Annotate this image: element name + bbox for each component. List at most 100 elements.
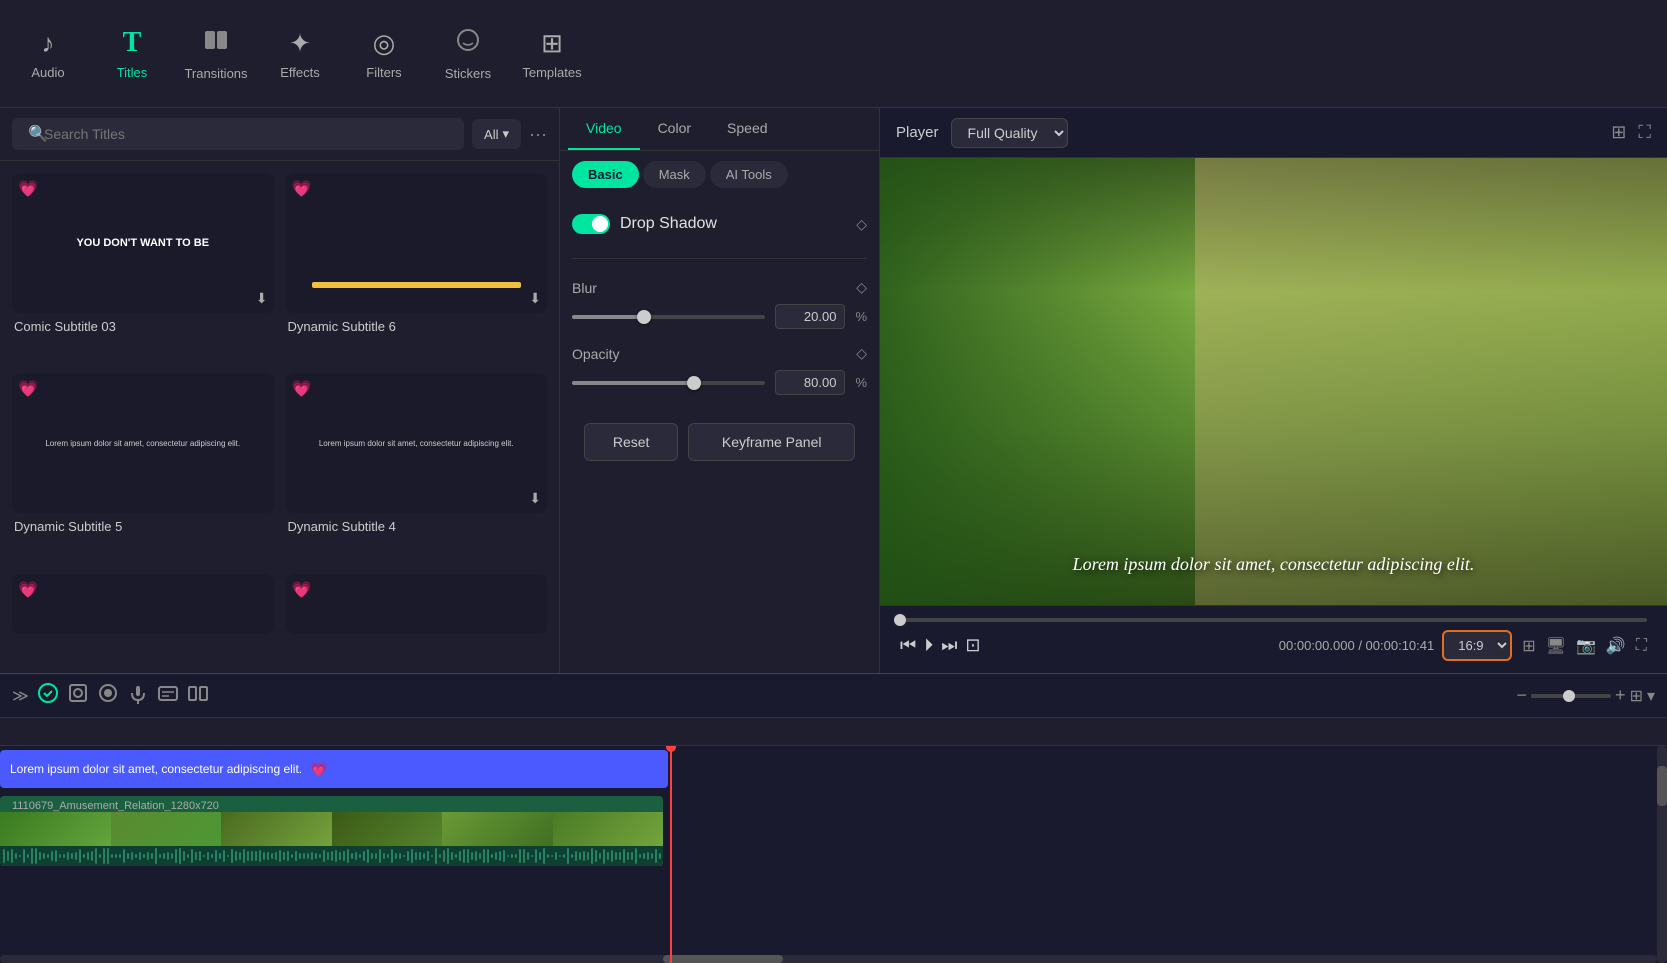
opacity-slider-thumb[interactable]: [687, 376, 701, 390]
subtitle-track[interactable]: Lorem ipsum dolor sit amet, consectetur …: [0, 750, 668, 788]
sub-tab-row: Basic Mask AI Tools: [560, 151, 879, 198]
blur-slider-fill: [572, 315, 644, 319]
preview-subtitle-text: Lorem ipsum dolor sit amet, consectetur …: [880, 554, 1667, 575]
blur-unit: %: [855, 309, 867, 324]
toolbar-audio-label: Audio: [31, 65, 64, 80]
expand-icon[interactable]: ⛶: [1636, 637, 1647, 655]
blur-diamond-icon: ◇: [856, 279, 867, 296]
list-item[interactable]: 💗 YOU DON'T WANT TO BE ⬇ Comic Subtitle …: [12, 173, 274, 361]
badge-icon: 💗: [292, 580, 312, 600]
thumb-label: Dynamic Subtitle 5: [12, 519, 274, 534]
zoom-track[interactable]: [1531, 694, 1611, 698]
scroll-thumb[interactable]: [1657, 766, 1667, 806]
video-track-row: 1110679_Amusement_Relation_1280x720 // W…: [0, 796, 1667, 876]
player-label: Player: [896, 124, 939, 141]
player-header: Player Full Quality ⊞ ⛶: [880, 108, 1667, 158]
blur-slider[interactable]: [572, 315, 765, 319]
toolbar-audio[interactable]: ♪ Audio: [8, 9, 88, 99]
step-back-button[interactable]: ⏮: [900, 635, 916, 656]
sub-tab-ai-tools[interactable]: AI Tools: [710, 161, 788, 188]
list-item[interactable]: 💗 ⬇ Dynamic Subtitle 6: [286, 173, 548, 361]
list-item[interactable]: 💗 Lorem ipsum dolor sit amet, consectetu…: [286, 373, 548, 561]
search-wrapper: 🔍: [12, 118, 464, 150]
zoom-thumb[interactable]: [1563, 690, 1575, 702]
blur-label: Blur ◇: [572, 279, 867, 296]
list-item[interactable]: 💗: [286, 574, 548, 661]
player-panel: Player Full Quality ⊞ ⛶ Lorem ipsum dolo…: [880, 108, 1667, 673]
thumb-label: Dynamic Subtitle 4: [286, 519, 548, 534]
tab-video[interactable]: Video: [568, 108, 640, 150]
toolbar-transitions[interactable]: Transitions: [176, 9, 256, 99]
horizontal-scrollbar[interactable]: [0, 955, 1657, 963]
blur-slider-thumb[interactable]: [637, 310, 651, 324]
loop-button[interactable]: ⊡: [965, 635, 980, 656]
opacity-value[interactable]: 80.00: [775, 370, 845, 395]
quality-select[interactable]: Full Quality: [951, 118, 1068, 148]
grid-button[interactable]: ⊞: [1630, 686, 1643, 706]
divider: [572, 258, 867, 259]
opacity-label: Opacity ◇: [572, 345, 867, 362]
progress-thumb[interactable]: [894, 614, 906, 626]
aspect-ratio-select[interactable]: 16:9: [1442, 630, 1512, 661]
blur-value[interactable]: 20.00: [775, 304, 845, 329]
download-icon[interactable]: ⬇: [256, 290, 268, 307]
reset-button[interactable]: Reset: [584, 423, 678, 461]
keyframe-panel-button[interactable]: Keyframe Panel: [688, 423, 855, 461]
titles-icon: T: [123, 27, 142, 59]
playhead[interactable]: [670, 746, 672, 963]
video-track[interactable]: 1110679_Amusement_Relation_1280x720 // W…: [0, 796, 663, 866]
auto-reframe-button[interactable]: [67, 682, 89, 709]
more-timeline-button[interactable]: ▾: [1647, 686, 1655, 706]
toolbar-stickers[interactable]: Stickers: [428, 9, 508, 99]
player-controls: ⏮ ⏵ ⏭ ⊡ 00:00:00.000 / 00:00:10:41 16:9 …: [880, 605, 1667, 673]
opacity-unit: %: [855, 375, 867, 390]
toolbar-templates[interactable]: ⊞ Templates: [512, 9, 592, 99]
thumbnail-partial-2: 💗: [286, 574, 548, 634]
fullscreen-icon[interactable]: ⛶: [1638, 122, 1651, 143]
zoom-plus-button[interactable]: +: [1615, 685, 1626, 706]
video-preview: Lorem ipsum dolor sit amet, consectetur …: [880, 158, 1667, 605]
step-forward-button[interactable]: ⏭: [941, 635, 957, 656]
camera-icon[interactable]: 📷: [1576, 636, 1596, 656]
sub-tab-basic[interactable]: Basic: [572, 161, 639, 188]
sub-tab-mask[interactable]: Mask: [643, 161, 706, 188]
play-pause-button[interactable]: ⏵: [924, 635, 933, 656]
drop-shadow-toggle[interactable]: [572, 214, 610, 234]
toolbar-effects-label: Effects: [280, 65, 320, 80]
toolbar-effects[interactable]: ✦ Effects: [260, 9, 340, 99]
audio-icon: ♪: [42, 28, 55, 59]
expand-collapse-button[interactable]: ≫: [12, 686, 29, 706]
progress-track[interactable]: [900, 618, 1647, 622]
list-item[interactable]: 💗 Lorem ipsum dolor sit amet, consectetu…: [12, 373, 274, 561]
screen-icon[interactable]: 🖥: [1546, 636, 1566, 656]
preview-nature-overlay: [880, 158, 1195, 605]
zoom-controls: − + ⊞ ▾: [1517, 685, 1655, 706]
search-input[interactable]: [12, 118, 464, 150]
blur-slider-section: Blur ◇ 20.00 %: [572, 279, 867, 329]
tab-speed[interactable]: Speed: [709, 108, 785, 150]
toolbar-filters[interactable]: ◎ Filters: [344, 9, 424, 99]
download-icon[interactable]: ⬇: [529, 290, 541, 307]
audio-icon-btn[interactable]: [127, 682, 149, 709]
time-display: 00:00:00.000 / 00:00:10:41: [1279, 638, 1434, 653]
split-button[interactable]: [187, 682, 209, 709]
subtitle-button[interactable]: [157, 682, 179, 709]
grid-view-icon[interactable]: ⊞: [1611, 122, 1626, 143]
horizontal-scroll-thumb[interactable]: [663, 955, 783, 963]
toolbar-titles[interactable]: T Titles: [92, 9, 172, 99]
download-icon[interactable]: ⬇: [529, 490, 541, 507]
grid-overlay-icon[interactable]: ⊞: [1522, 636, 1535, 656]
vertical-scrollbar[interactable]: [1657, 746, 1667, 963]
badge-icon: 💗: [292, 379, 312, 399]
record-button[interactable]: [97, 682, 119, 709]
volume-icon[interactable]: 🔊: [1606, 636, 1626, 656]
list-item[interactable]: 💗: [12, 574, 274, 661]
smart-clip-button[interactable]: [37, 682, 59, 709]
ctrl-icons: 16:9 ⊞ 🖥 📷 🔊 ⛶: [1442, 630, 1647, 661]
filter-button[interactable]: All ▾: [472, 119, 521, 149]
tab-color[interactable]: Color: [640, 108, 709, 150]
opacity-slider[interactable]: [572, 381, 765, 385]
preview-background: [880, 158, 1667, 605]
more-options-button[interactable]: ···: [529, 124, 547, 145]
zoom-minus-button[interactable]: −: [1517, 685, 1528, 706]
